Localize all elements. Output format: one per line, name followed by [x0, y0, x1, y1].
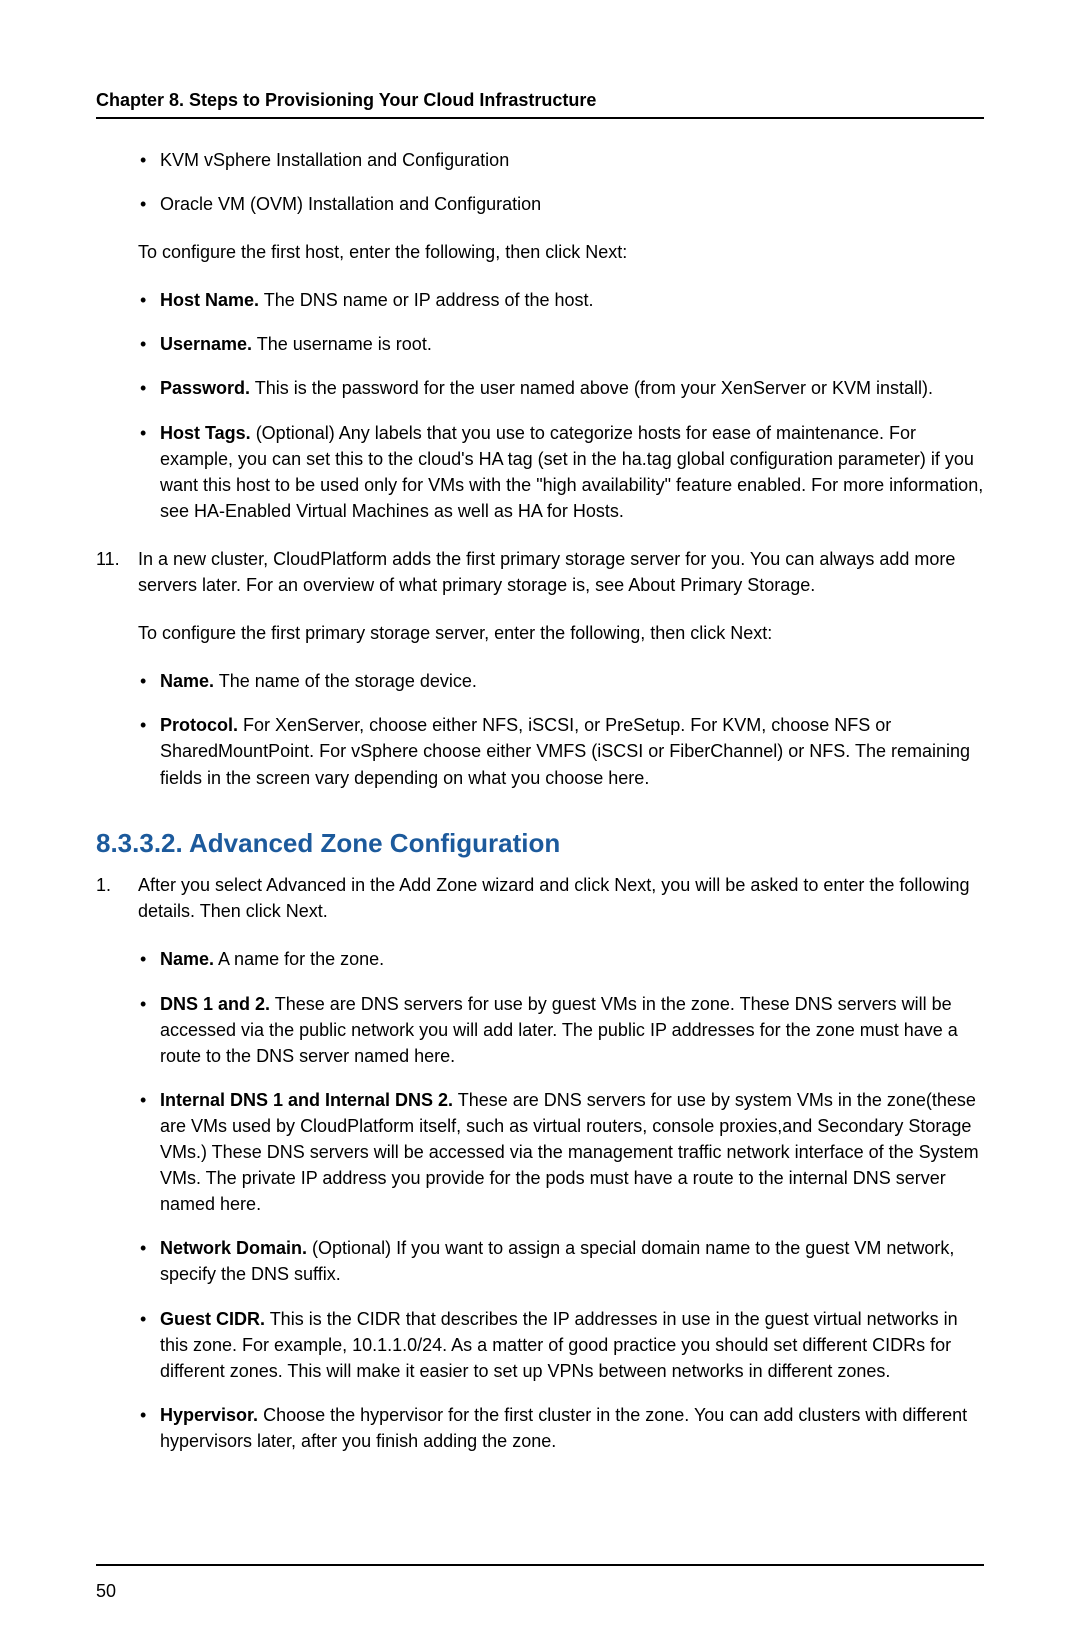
field-label: Internal DNS 1 and Internal DNS 2. — [160, 1090, 453, 1110]
field-label: Guest CIDR. — [160, 1309, 265, 1329]
paragraph: In a new cluster, CloudPlatform adds the… — [138, 546, 984, 598]
list-item: Host Tags. (Optional) Any labels that yo… — [138, 420, 984, 524]
field-label: Name. — [160, 949, 214, 969]
step-number: 11. — [96, 546, 120, 572]
page-footer: 50 — [96, 1564, 984, 1604]
field-label: Protocol. — [160, 715, 238, 735]
paragraph: To configure the first primary storage s… — [138, 620, 984, 646]
field-label: Host Name. — [160, 290, 259, 310]
list-item-text: Oracle VM (OVM) Installation and Configu… — [160, 194, 541, 214]
numbered-steps: 11. In a new cluster, CloudPlatform adds… — [96, 546, 984, 791]
list-item: Password. This is the password for the u… — [138, 375, 984, 401]
install-list: KVM vSphere Installation and Configurati… — [138, 147, 984, 217]
list-item: DNS 1 and 2. These are DNS servers for u… — [138, 991, 984, 1069]
paragraph: After you select Advanced in the Add Zon… — [138, 872, 984, 924]
list-item: Name. The name of the storage device. — [138, 668, 984, 694]
field-label: Name. — [160, 671, 214, 691]
field-text: The DNS name or IP address of the host. — [259, 290, 594, 310]
list-item: Host Name. The DNS name or IP address of… — [138, 287, 984, 313]
section-heading: 8.3.3.2. Advanced Zone Configuration — [96, 825, 984, 863]
field-text: The username is root. — [252, 334, 432, 354]
list-item: Guest CIDR. This is the CIDR that descri… — [138, 1306, 984, 1384]
list-item: Oracle VM (OVM) Installation and Configu… — [138, 191, 984, 217]
list-item: Username. The username is root. — [138, 331, 984, 357]
field-text: A name for the zone. — [214, 949, 384, 969]
storage-fields-list: Name. The name of the storage device. Pr… — [138, 668, 984, 790]
field-text: These are DNS servers for use by guest V… — [160, 994, 958, 1066]
field-text: This is the password for the user named … — [250, 378, 933, 398]
list-item-text: KVM vSphere Installation and Configurati… — [160, 150, 509, 170]
field-text: For XenServer, choose either NFS, iSCSI,… — [160, 715, 970, 787]
page-number: 50 — [96, 1581, 116, 1601]
field-label: Password. — [160, 378, 250, 398]
main-content: KVM vSphere Installation and Configurati… — [96, 147, 984, 1604]
field-label: Username. — [160, 334, 252, 354]
continuation-block: KVM vSphere Installation and Configurati… — [138, 147, 984, 524]
field-label: Hypervisor. — [160, 1405, 258, 1425]
field-text: Choose the hypervisor for the first clus… — [160, 1405, 967, 1451]
host-fields-list: Host Name. The DNS name or IP address of… — [138, 287, 984, 524]
step-11: 11. In a new cluster, CloudPlatform adds… — [96, 546, 984, 791]
list-item: Internal DNS 1 and Internal DNS 2. These… — [138, 1087, 984, 1217]
list-item: Name. A name for the zone. — [138, 946, 984, 972]
zone-fields-list: Name. A name for the zone. DNS 1 and 2. … — [138, 946, 984, 1454]
list-item: Hypervisor. Choose the hypervisor for th… — [138, 1402, 984, 1454]
list-item: KVM vSphere Installation and Configurati… — [138, 147, 984, 173]
field-label: Network Domain. — [160, 1238, 307, 1258]
field-text: (Optional) Any labels that you use to ca… — [160, 423, 983, 521]
field-text: The name of the storage device. — [214, 671, 477, 691]
chapter-header: Chapter 8. Steps to Provisioning Your Cl… — [96, 90, 984, 119]
field-label: DNS 1 and 2. — [160, 994, 270, 1014]
list-item: Protocol. For XenServer, choose either N… — [138, 712, 984, 790]
advanced-zone-steps: 1. After you select Advanced in the Add … — [96, 872, 984, 1454]
field-text: This is the CIDR that describes the IP a… — [160, 1309, 958, 1381]
list-item: Network Domain. (Optional) If you want t… — [138, 1235, 984, 1287]
paragraph: To configure the first host, enter the f… — [138, 239, 984, 265]
step-1: 1. After you select Advanced in the Add … — [96, 872, 984, 1454]
step-number: 1. — [96, 872, 111, 898]
field-label: Host Tags. — [160, 423, 251, 443]
